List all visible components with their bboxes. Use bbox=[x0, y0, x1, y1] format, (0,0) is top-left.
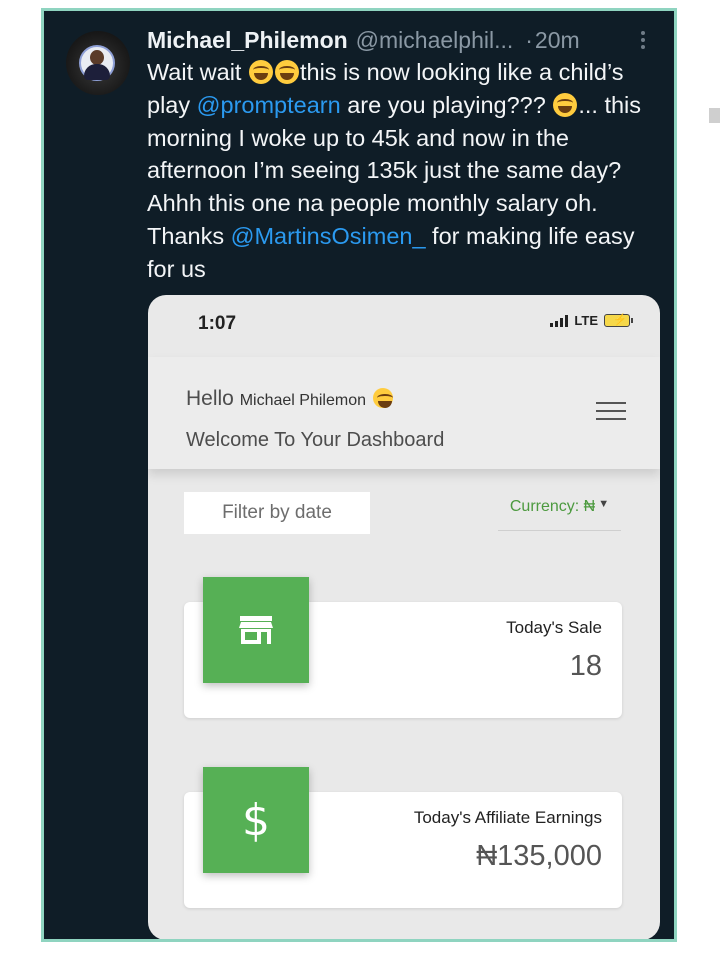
grinning-sweat-emoji-icon bbox=[248, 60, 273, 84]
welcome-text: Welcome To Your Dashboard bbox=[186, 429, 445, 451]
avatar-face bbox=[90, 50, 104, 65]
tweet-text-part: are you playing??? bbox=[340, 91, 553, 118]
card-value: 18 bbox=[569, 650, 602, 682]
avatar-body bbox=[84, 64, 110, 80]
battery-charging-icon: ⚡ bbox=[604, 314, 633, 327]
dollar-icon: $ bbox=[203, 767, 309, 873]
side-mark bbox=[709, 108, 720, 123]
smile-emoji-icon bbox=[372, 388, 393, 408]
avatar[interactable] bbox=[66, 31, 130, 95]
tweet-card[interactable]: Michael_Philemon @michaelphil... · 20m W… bbox=[41, 8, 677, 942]
mention-promptearn[interactable]: @promptearn bbox=[197, 92, 341, 118]
grinning-sweat-emoji-icon bbox=[274, 60, 299, 84]
author-handle[interactable]: @michaelphil... bbox=[356, 27, 514, 54]
greeting: Hello Michael Philemon bbox=[186, 387, 394, 411]
author-name[interactable]: Michael_Philemon bbox=[147, 27, 348, 54]
store-icon bbox=[203, 577, 309, 683]
status-time: 1:07 bbox=[198, 313, 237, 334]
caret-down-icon: ▼ bbox=[598, 498, 610, 510]
card-value: ₦135,000 bbox=[476, 840, 602, 872]
card-label: Today's Sale bbox=[506, 618, 602, 637]
attached-screenshot[interactable]: 1:07 LTE ⚡ Hello Michael Philemon Welcom… bbox=[148, 295, 660, 939]
tweet-header: Michael_Philemon @michaelphil... · 20m bbox=[147, 25, 657, 55]
tweet-text-part: Wait wait bbox=[147, 59, 248, 85]
greeting-user-name: Michael Philemon bbox=[239, 392, 366, 409]
mention-martinsosimen[interactable]: @MartinsOsimen_ bbox=[231, 223, 426, 249]
more-options-icon[interactable] bbox=[640, 29, 646, 51]
card-label: Today's Affiliate Earnings bbox=[413, 808, 602, 827]
signal-icon bbox=[550, 314, 569, 327]
hamburger-menu-icon[interactable] bbox=[596, 402, 626, 424]
status-indicators: LTE ⚡ bbox=[550, 313, 633, 328]
dashboard-header: Hello Michael Philemon Welcome To Your D… bbox=[148, 357, 660, 469]
tweet-text: Wait wait this is now looking like a chi… bbox=[147, 56, 662, 286]
filter-by-date-input[interactable]: Filter by date bbox=[184, 492, 370, 534]
currency-label: Currency: ₦ bbox=[509, 498, 596, 515]
network-type: LTE bbox=[574, 313, 598, 328]
grinning-sweat-emoji-icon bbox=[553, 92, 578, 117]
separator-dot: · bbox=[525, 26, 533, 53]
greeting-hello: Hello bbox=[186, 387, 234, 410]
currency-select[interactable]: Currency: ₦ ▼ bbox=[498, 498, 621, 531]
tweet-time[interactable]: 20m bbox=[535, 27, 580, 54]
